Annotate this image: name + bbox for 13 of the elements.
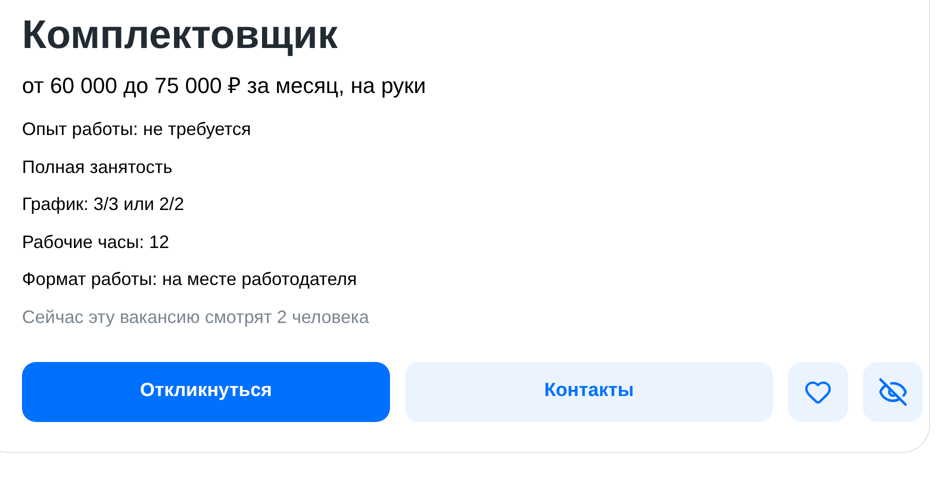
salary-text: от 60 000 до 75 000 ₽ за месяц, на руки: [22, 72, 427, 100]
respond-button[interactable]: Откликнуться: [22, 362, 390, 422]
viewers-text: Сейчас эту вакансию смотрят 2 человека: [22, 306, 370, 329]
contacts-button[interactable]: Контакты: [405, 362, 773, 422]
eye-off-icon: [878, 376, 908, 406]
vacancy-detail: Опыт работы: не требуется: [22, 118, 252, 141]
vacancy-detail: Полная занятость: [22, 156, 174, 178]
vacancy-detail: Рабочие часы: 12: [22, 230, 170, 254]
vacancy-detail: Формат работы: на месте работодателя: [22, 268, 358, 291]
vacancy-title: Комплектовщик: [22, 12, 339, 59]
vacancy-detail: График: 3/3 или 2/2: [22, 193, 186, 216]
hide-button[interactable]: [863, 362, 923, 422]
favorite-button[interactable]: [788, 362, 848, 422]
